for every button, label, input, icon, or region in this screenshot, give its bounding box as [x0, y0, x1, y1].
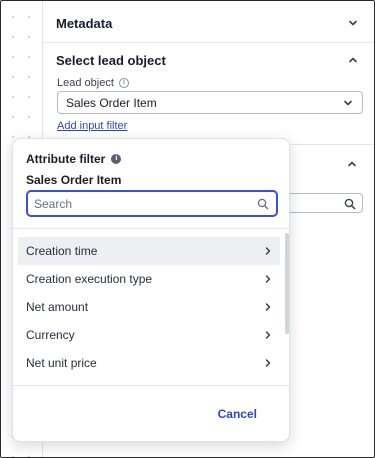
cancel-button[interactable]: Cancel: [218, 407, 257, 421]
list-item-label: Currency: [26, 328, 75, 342]
add-input-filter-link[interactable]: Add input filter: [57, 120, 127, 132]
background-search-input[interactable]: [283, 193, 363, 213]
lead-object-select[interactable]: Sales Order Item: [57, 91, 363, 114]
list-scrollbar[interactable]: [285, 233, 289, 334]
lead-object-label-text: Lead object: [57, 77, 114, 89]
divider: [13, 228, 289, 229]
chevron-down-icon[interactable]: [347, 17, 359, 29]
lead-object-label: Lead object i: [57, 77, 129, 89]
popover-title: Attribute filter i: [26, 152, 122, 166]
list-item-label: Net unit price: [26, 356, 97, 370]
chevron-right-icon: [262, 245, 274, 257]
list-item[interactable]: Creation execution type: [18, 265, 280, 293]
popover-title-text: Attribute filter: [26, 152, 106, 166]
list-item-label: Creation execution type: [26, 272, 153, 286]
list-item-label: Net amount: [26, 300, 89, 314]
attribute-search-input[interactable]: [34, 195, 244, 212]
info-icon[interactable]: i: [111, 154, 122, 164]
attribute-list: Creation time Creation execution type Ne…: [18, 237, 280, 383]
chevron-up-icon[interactable]: [346, 158, 358, 170]
metadata-section-title: Metadata: [56, 16, 113, 31]
chevron-up-icon[interactable]: [347, 54, 359, 66]
chevron-right-icon: [262, 357, 274, 369]
popover-subtitle: Sales Order Item: [26, 173, 122, 187]
search-icon: [344, 197, 356, 215]
chevron-right-icon: [262, 273, 274, 285]
divider: [13, 385, 289, 386]
search-icon: [257, 197, 269, 215]
metadata-section-header[interactable]: Metadata: [43, 1, 375, 43]
chevron-down-icon: [342, 97, 354, 109]
list-item[interactable]: Net amount: [18, 293, 280, 321]
chevron-right-icon: [262, 329, 274, 341]
attribute-filter-popover: Attribute filter i Sales Order Item Crea…: [12, 138, 290, 442]
chevron-right-icon: [262, 301, 274, 313]
list-item-label: Creation time: [26, 244, 98, 258]
attribute-search-field[interactable]: [26, 190, 278, 217]
lead-object-select-value: Sales Order Item: [66, 96, 157, 110]
info-icon[interactable]: i: [118, 78, 129, 88]
list-item[interactable]: Creation time: [18, 237, 280, 265]
list-item[interactable]: Currency: [18, 321, 280, 349]
lead-object-section-title: Select lead object: [56, 53, 166, 68]
list-item[interactable]: Net unit price: [18, 349, 280, 377]
